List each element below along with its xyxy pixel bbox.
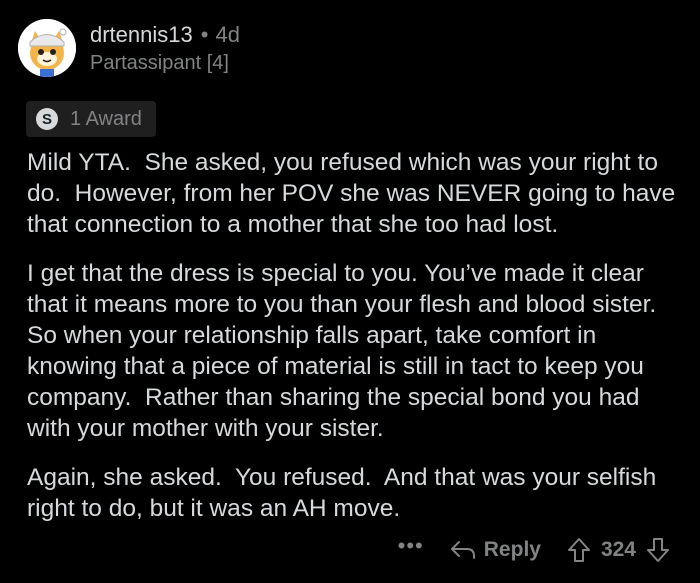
author-meta: drtennis13 • 4d Partassipant [4] bbox=[90, 19, 240, 77]
meta-separator: • bbox=[200, 21, 209, 47]
user-avatar[interactable] bbox=[18, 19, 76, 77]
reply-label: Reply bbox=[483, 538, 541, 561]
downvote-arrow-icon[interactable] bbox=[646, 537, 670, 563]
award-label: 1 Award bbox=[70, 107, 142, 130]
snoo-avatar-icon bbox=[18, 19, 76, 77]
more-options-button[interactable]: ••• bbox=[398, 535, 424, 557]
reply-arrow-icon bbox=[450, 541, 475, 559]
comment-paragraph: Again, she asked. You refused. And that … bbox=[27, 464, 664, 522]
comment-paragraph: Mild YTA. She asked, you refused which w… bbox=[27, 149, 683, 238]
upvote-arrow-icon[interactable] bbox=[567, 537, 591, 563]
vote-controls: 324 bbox=[567, 537, 670, 563]
award-coin-icon: S bbox=[36, 108, 58, 130]
comment-actions: ••• Reply 324 bbox=[398, 532, 670, 568]
author-username[interactable]: drtennis13 bbox=[90, 22, 193, 48]
comment-body: Mild YTA. She asked, you refused which w… bbox=[27, 147, 679, 542]
comment-header: drtennis13 • 4d Partassipant [4] bbox=[18, 16, 240, 80]
user-flair: Partassipant [4] bbox=[90, 51, 229, 74]
reply-button[interactable]: Reply bbox=[450, 538, 541, 562]
comment-paragraph: I get that the dress is special to you. … bbox=[27, 260, 670, 442]
comment-age: 4d bbox=[215, 21, 240, 47]
award-badge[interactable]: S 1 Award bbox=[26, 101, 156, 137]
vote-score: 324 bbox=[600, 538, 636, 561]
award-coin-glyph: S bbox=[41, 110, 52, 128]
